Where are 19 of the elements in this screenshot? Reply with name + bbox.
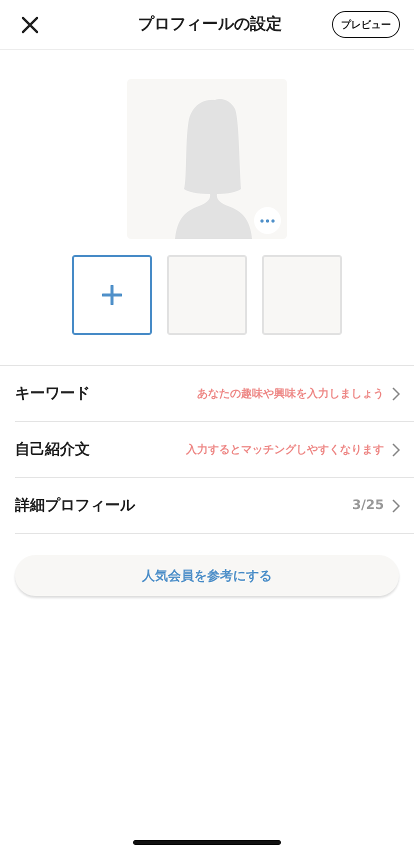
close-icon[interactable] bbox=[20, 14, 40, 34]
more-icon bbox=[260, 218, 275, 222]
row-count: 3/25 bbox=[352, 498, 384, 513]
row-hint: あなたの趣味や興味を入力しましょう bbox=[197, 386, 384, 401]
chevron-right-icon bbox=[392, 442, 400, 456]
page-title: プロフィールの設定 bbox=[138, 14, 282, 35]
row-label: 自己紹介文 bbox=[15, 440, 90, 459]
more-button[interactable] bbox=[254, 207, 281, 234]
chevron-right-icon bbox=[392, 498, 400, 512]
settings-row[interactable]: 詳細プロフィール 3/25 bbox=[15, 478, 414, 534]
add-photo-button[interactable] bbox=[72, 255, 152, 335]
preview-button[interactable]: プレビュー bbox=[332, 11, 400, 38]
plus-icon bbox=[102, 285, 122, 305]
settings-row[interactable]: キーワード あなたの趣味や興味を入力しましょう bbox=[15, 366, 414, 422]
chevron-right-icon bbox=[392, 386, 400, 400]
row-label: 詳細プロフィール bbox=[15, 496, 135, 515]
row-label: キーワード bbox=[15, 384, 90, 403]
row-hint: 入力するとマッチングしやすくなります bbox=[186, 442, 384, 457]
settings-row[interactable]: 自己紹介文 入力するとマッチングしやすくなります bbox=[15, 422, 414, 478]
